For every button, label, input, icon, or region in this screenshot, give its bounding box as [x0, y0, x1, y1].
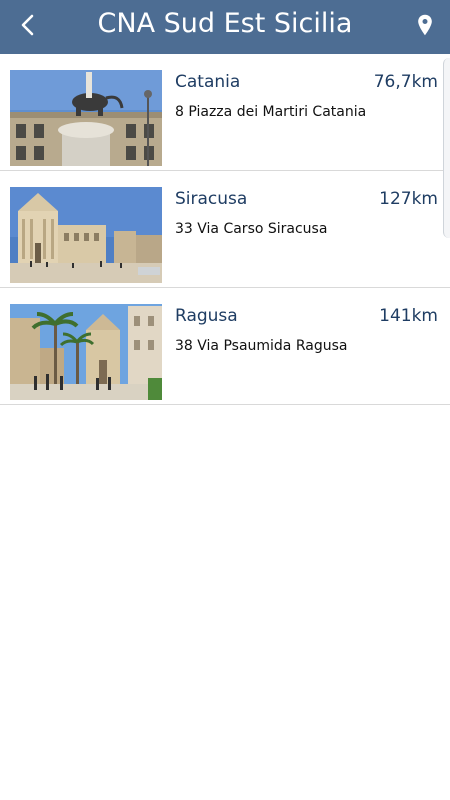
location-list: Catania 76,7km 8 Piazza dei Martiri Cata…	[0, 54, 450, 405]
location-distance: 76,7km	[373, 72, 438, 92]
location-address: 8 Piazza dei Martiri Catania	[175, 104, 367, 120]
location-row-siracusa[interactable]: Siracusa 127km 33 Via Carso Siracusa	[0, 171, 450, 288]
page-title: CNA Sud Est Sicilia	[97, 8, 353, 39]
location-photo	[10, 304, 162, 400]
location-address: 38 Via Psaumida Ragusa	[175, 338, 348, 354]
back-button[interactable]	[12, 8, 46, 42]
app-screen: CNA Sud Est Sicilia Catania 76,7km 8 Pia…	[0, 0, 450, 800]
location-city: Siracusa	[175, 189, 248, 209]
location-distance: 141km	[379, 306, 438, 326]
map-button[interactable]	[412, 12, 438, 38]
scroll-edge	[443, 58, 450, 238]
location-photo	[10, 70, 162, 166]
siracusa-cathedral-square-photo	[10, 187, 162, 283]
catania-elephant-fountain-photo	[10, 70, 162, 166]
location-photo	[10, 187, 162, 283]
location-city: Ragusa	[175, 306, 238, 326]
location-distance: 127km	[379, 189, 438, 209]
location-row-catania[interactable]: Catania 76,7km 8 Piazza dei Martiri Cata…	[0, 54, 450, 171]
location-city: Catania	[175, 72, 241, 92]
ragusa-palm-street-photo	[10, 304, 162, 400]
location-address: 33 Via Carso Siracusa	[175, 221, 328, 237]
chevron-left-icon	[21, 14, 34, 36]
map-pin-icon	[418, 14, 432, 36]
app-header: CNA Sud Est Sicilia	[0, 0, 450, 54]
location-row-ragusa[interactable]: Ragusa 141km 38 Via Psaumida Ragusa	[0, 288, 450, 405]
